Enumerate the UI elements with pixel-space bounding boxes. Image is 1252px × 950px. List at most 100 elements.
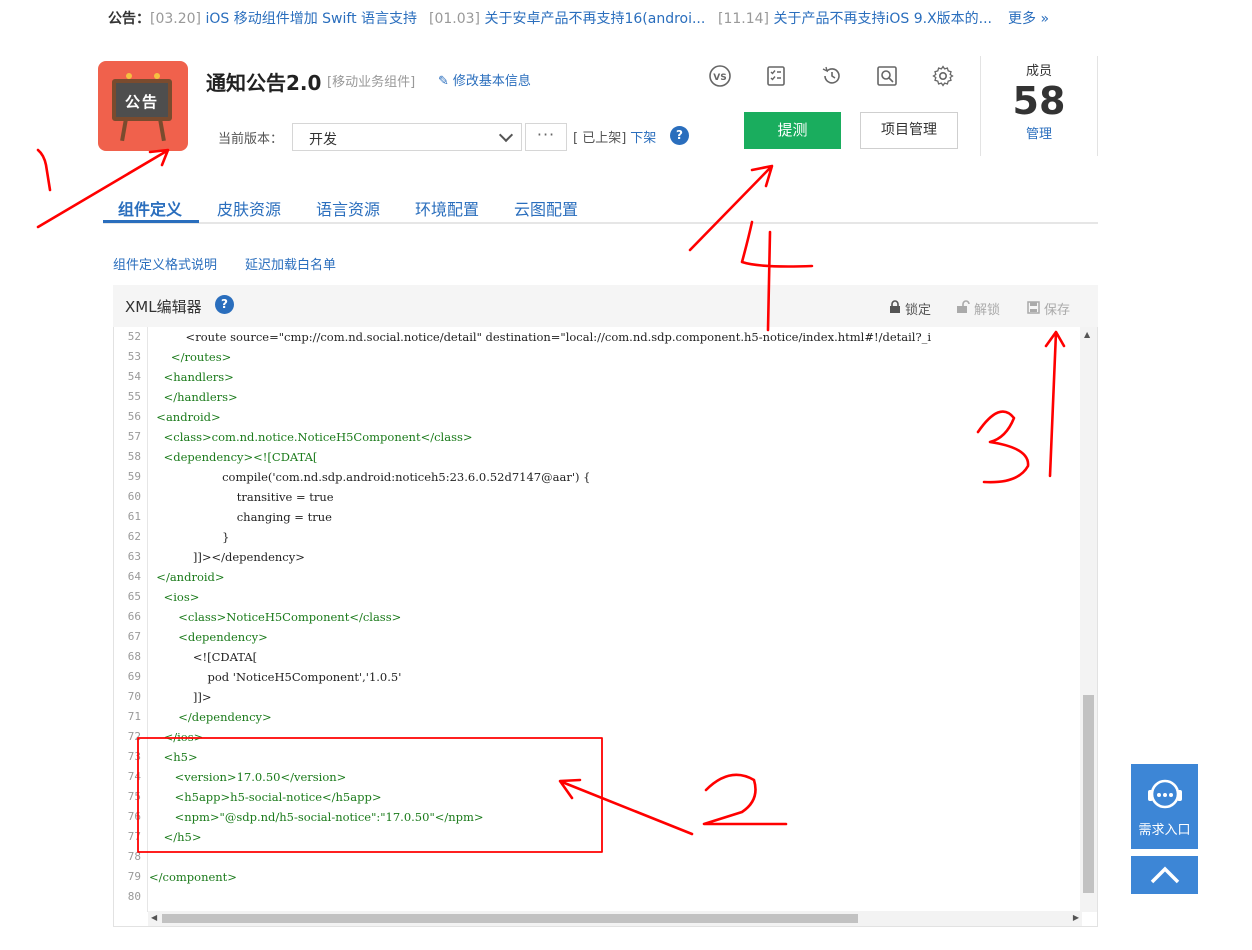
- version-more-button[interactable]: ···: [525, 123, 567, 151]
- line-number: 70: [127, 690, 141, 703]
- horizontal-scroll-thumb[interactable]: [162, 914, 858, 923]
- code-line[interactable]: 69 pod 'NoticeH5Component','1.0.5': [114, 667, 1082, 687]
- code-line[interactable]: 70 ]]>: [114, 687, 1082, 707]
- tab-component-definition[interactable]: 组件定义: [118, 196, 182, 220]
- version-value: 开发: [309, 132, 337, 148]
- line-number: 76: [127, 810, 141, 823]
- vs-compare-icon[interactable]: VS: [708, 64, 732, 88]
- chevron-down-icon: [498, 127, 514, 143]
- icon-easel-leg: [120, 118, 128, 142]
- vertical-scroll-thumb[interactable]: [1083, 695, 1094, 893]
- code-line[interactable]: 71 </dependency>: [114, 707, 1082, 727]
- component-title: 通知公告2.0: [206, 71, 322, 95]
- code-line[interactable]: 59 compile('com.nd.sdp.android:noticeh5:…: [114, 467, 1082, 487]
- line-number: 75: [127, 790, 141, 803]
- code-line[interactable]: 65 <ios>: [114, 587, 1082, 607]
- back-to-top-button[interactable]: [1131, 856, 1198, 894]
- vertical-scrollbar[interactable]: ▲: [1080, 327, 1097, 912]
- code-line[interactable]: 74 <version>17.0.50</version>: [114, 767, 1082, 787]
- version-status: [ 已上架] 下架: [573, 131, 657, 146]
- tab-cloud-config[interactable]: 云图配置: [514, 196, 578, 220]
- icon-pin: [126, 73, 132, 79]
- edit-basic-info-link[interactable]: ✎ 修改基本信息: [438, 70, 531, 89]
- tab-language-resources[interactable]: 语言资源: [316, 196, 380, 220]
- code-line[interactable]: 75 <h5app>h5-social-notice</h5app>: [114, 787, 1082, 807]
- scroll-up-icon[interactable]: ▲: [1084, 330, 1090, 339]
- history-icon[interactable]: [820, 64, 844, 88]
- xml-editor[interactable]: 52 <route source="cmp://com.nd.social.no…: [113, 327, 1098, 927]
- scroll-left-icon[interactable]: ◀: [151, 913, 157, 922]
- scroll-right-icon[interactable]: ▶: [1073, 913, 1079, 922]
- code-line[interactable]: 79 </component>: [114, 867, 1082, 887]
- line-number: 73: [127, 750, 141, 763]
- active-tab-indicator: [103, 220, 199, 223]
- editor-title: XML编辑器: [125, 298, 202, 316]
- code-line[interactable]: 76 <npm>"@sdp.nd/h5-social-notice":"17.0…: [114, 807, 1082, 827]
- submit-test-button[interactable]: 提测: [744, 112, 841, 149]
- members-panel: 成员 58 管理: [980, 56, 1098, 156]
- line-number: 55: [127, 390, 141, 403]
- code-line[interactable]: 77 </h5>: [114, 827, 1082, 847]
- tab-skin-resources[interactable]: 皮肤资源: [217, 196, 281, 220]
- code-line[interactable]: 67 <dependency>: [114, 627, 1082, 647]
- code-line[interactable]: 60 transitive = true: [114, 487, 1082, 507]
- format-doc-link[interactable]: 组件定义格式说明: [113, 254, 217, 273]
- code-line[interactable]: 64 </android>: [114, 567, 1082, 587]
- line-text: <android>: [149, 410, 221, 424]
- horizontal-scrollbar[interactable]: ◀ ▶: [148, 911, 1082, 926]
- save-button[interactable]: 保存: [1027, 299, 1070, 318]
- code-line[interactable]: 78: [114, 847, 1082, 867]
- lock-button[interactable]: 锁定: [889, 299, 931, 318]
- code-line[interactable]: 52 <route source="cmp://com.nd.social.no…: [114, 327, 1082, 347]
- settings-icon[interactable]: [931, 64, 955, 88]
- code-line[interactable]: 58 <dependency><![CDATA[: [114, 447, 1082, 467]
- code-line[interactable]: 61 changing = true: [114, 507, 1082, 527]
- search-doc-icon[interactable]: [875, 64, 899, 88]
- line-text: <h5>: [149, 750, 198, 764]
- version-select[interactable]: 开发: [292, 123, 522, 151]
- notice-bar: 公告： [03.20] iOS 移动组件增加 Swift 语言支持 [01.03…: [108, 8, 1252, 28]
- code-line[interactable]: 57 <class>com.nd.notice.NoticeH5Componen…: [114, 427, 1082, 447]
- component-icon: 公告: [98, 61, 188, 151]
- help-icon[interactable]: ?: [670, 126, 689, 145]
- project-manage-button[interactable]: 项目管理: [860, 112, 958, 149]
- line-text: pod 'NoticeH5Component','1.0.5': [149, 670, 402, 684]
- code-line[interactable]: 68 <![CDATA[: [114, 647, 1082, 667]
- line-number: 52: [127, 330, 141, 343]
- checklist-icon[interactable]: [764, 64, 788, 88]
- request-entry-button[interactable]: 需求入口: [1131, 764, 1198, 849]
- code-line[interactable]: 53 </routes>: [114, 347, 1082, 367]
- line-number: 54: [127, 370, 141, 383]
- line-number: 66: [127, 610, 141, 623]
- notice-label: 公告：: [108, 11, 150, 27]
- code-line[interactable]: 55 </handlers>: [114, 387, 1082, 407]
- code-line[interactable]: 66 <class>NoticeH5Component</class>: [114, 607, 1082, 627]
- notice-item[interactable]: [11.14] 关于产品不再支持iOS 9.X版本的...: [718, 8, 992, 28]
- notice-more-link[interactable]: 更多 »: [1008, 8, 1049, 28]
- unlock-button[interactable]: 解锁: [956, 299, 1000, 318]
- line-text: <version>17.0.50</version>: [149, 770, 347, 784]
- code-line[interactable]: 56 <android>: [114, 407, 1082, 427]
- notice-item[interactable]: [03.20] iOS 移动组件增加 Swift 语言支持: [150, 8, 417, 28]
- code-line[interactable]: 63 ]]></dependency>: [114, 547, 1082, 567]
- line-text: </ios>: [149, 730, 204, 744]
- line-number: 57: [127, 430, 141, 443]
- save-icon: [1027, 301, 1040, 314]
- code-line[interactable]: 72 </ios>: [114, 727, 1082, 747]
- lazy-load-whitelist-link[interactable]: 延迟加载白名单: [245, 254, 336, 273]
- code-line[interactable]: 73 <h5>: [114, 747, 1082, 767]
- help-icon[interactable]: ?: [215, 295, 234, 314]
- line-text: ]]>: [149, 690, 212, 704]
- tab-environment-config[interactable]: 环境配置: [415, 196, 479, 220]
- line-text: <handlers>: [149, 370, 234, 384]
- line-text: <dependency><![CDATA[: [149, 450, 318, 464]
- line-number: 77: [127, 830, 141, 843]
- members-manage-link[interactable]: 管理: [981, 123, 1097, 142]
- code-line[interactable]: 80: [114, 887, 1082, 907]
- code-line[interactable]: 54 <handlers>: [114, 367, 1082, 387]
- code-line[interactable]: 62 }: [114, 527, 1082, 547]
- offline-link[interactable]: 下架: [630, 131, 656, 146]
- notice-item[interactable]: [01.03] 关于安卓产品不再支持16(androi...: [429, 8, 705, 28]
- line-text: <dependency>: [149, 630, 268, 644]
- line-number: 60: [127, 490, 141, 503]
